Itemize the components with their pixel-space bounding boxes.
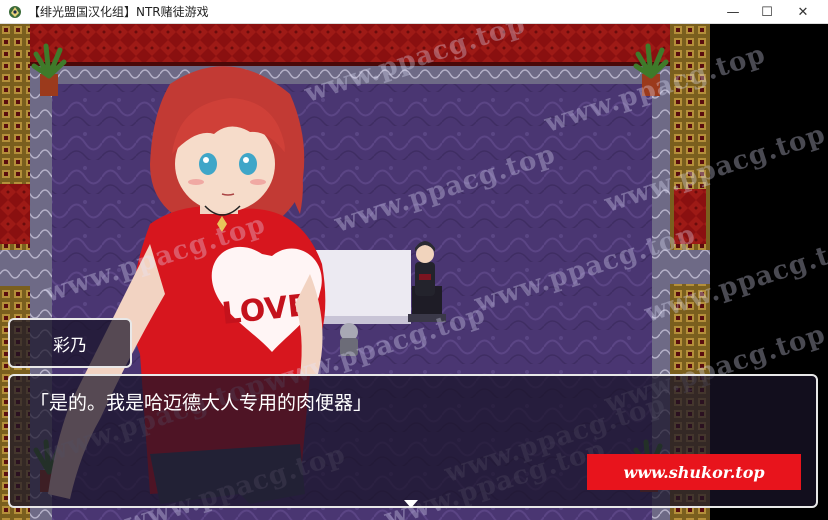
next-arrow-icon[interactable] (404, 500, 418, 508)
window-title: 【绯光盟国汉化组】NTR赌徒游戏 (28, 5, 209, 19)
close-button[interactable]: ✕ (786, 0, 820, 24)
speaker-name-box: 彩乃 (8, 318, 132, 368)
minimize-button[interactable]: — (716, 0, 750, 24)
maximize-button[interactable]: ☐ (750, 0, 784, 24)
speaker-name: 彩乃 (53, 335, 87, 356)
game-app-icon (9, 6, 21, 18)
ad-banner: www.shukor.top (587, 454, 801, 490)
message-text: 「是的。我是哈迈德大人专用的肉便器」 (30, 392, 373, 414)
window-titlebar: 【绯光盟国汉化组】NTR赌徒游戏 — ☐ ✕ (0, 0, 828, 24)
